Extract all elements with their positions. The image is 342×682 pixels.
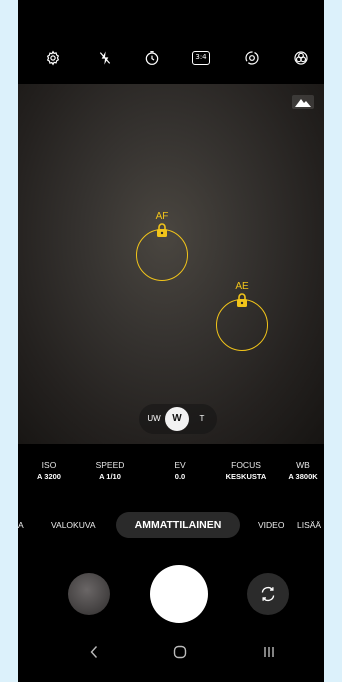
- gallery-thumbnail[interactable]: [68, 573, 110, 615]
- switch-camera-button[interactable]: [247, 573, 289, 615]
- speed-label: SPEED: [95, 460, 125, 470]
- wb-label: WB: [296, 460, 310, 470]
- zoom-ultrawide[interactable]: UW: [143, 404, 165, 434]
- pro-settings-row: ISO A 3200 SPEED A 1/10 EV 0.0 FOCUS KES…: [18, 460, 324, 492]
- back-button[interactable]: [74, 622, 114, 682]
- zoom-tele[interactable]: T: [192, 404, 212, 434]
- speed-setting[interactable]: SPEED A 1/10: [80, 460, 140, 482]
- back-icon: [90, 646, 98, 658]
- timer-icon: [145, 51, 159, 65]
- home-icon: [173, 645, 187, 659]
- flash-button[interactable]: [90, 43, 120, 73]
- iso-value: A 3200: [37, 472, 61, 481]
- recents-icon: [264, 647, 274, 657]
- iso-setting[interactable]: ISO A 3200: [19, 460, 79, 482]
- gear-icon: [46, 50, 60, 66]
- shutter-button[interactable]: [150, 565, 208, 623]
- mode-tab-photo[interactable]: VALOKUVA: [51, 512, 96, 538]
- recents-button[interactable]: [249, 622, 289, 682]
- iso-label: ISO: [41, 460, 57, 470]
- mode-tab-more[interactable]: LISÄÄ: [297, 512, 321, 538]
- ae-exposure-ring[interactable]: [216, 299, 268, 351]
- settings-button[interactable]: [38, 43, 68, 73]
- mode-tab-video[interactable]: VIDEO: [258, 512, 284, 538]
- navigation-bar: [18, 622, 324, 682]
- wb-setting[interactable]: WB A 3800K: [278, 460, 324, 482]
- filter-icon: [294, 51, 308, 65]
- flash-off-icon: [99, 51, 111, 65]
- motion-photo-icon: [245, 51, 259, 65]
- camera-app: 3:4 AF AE UW W T ISO A 3200 SPEED A 1/10…: [18, 0, 324, 682]
- mode-tab-pro[interactable]: AMMATTILAINEN: [116, 512, 240, 538]
- af-focus-ring[interactable]: [136, 229, 188, 281]
- af-label: AF: [155, 211, 169, 222]
- switch-camera-icon: [261, 586, 275, 602]
- speed-value: A 1/10: [99, 472, 121, 481]
- top-toolbar: 3:4: [18, 43, 324, 73]
- viewfinder[interactable]: AF AE UW W T: [18, 84, 324, 444]
- home-button[interactable]: [160, 622, 200, 682]
- timer-button[interactable]: [137, 43, 167, 73]
- focus-value: KESKUSTA: [225, 472, 267, 481]
- aspect-ratio-label: 3:4: [192, 51, 210, 65]
- motion-photo-button[interactable]: [237, 43, 267, 73]
- focus-label: FOCUS: [231, 460, 261, 470]
- ev-label: EV: [174, 460, 186, 470]
- focus-setting[interactable]: FOCUS KESKUSTA: [216, 460, 276, 482]
- filter-button[interactable]: [286, 43, 316, 73]
- ev-setting[interactable]: EV 0.0: [150, 460, 210, 482]
- ae-label: AE: [235, 281, 249, 292]
- zoom-selector: UW W T: [139, 404, 217, 434]
- mode-selector: A VALOKUVA AMMATTILAINEN VIDEO LISÄÄ: [18, 512, 324, 538]
- aspect-ratio-button[interactable]: 3:4: [186, 43, 216, 73]
- ev-value: 0.0: [174, 472, 186, 481]
- mode-tab-partial[interactable]: A: [18, 512, 24, 538]
- wb-value: A 3800K: [288, 472, 318, 481]
- zoom-wide[interactable]: W: [165, 407, 189, 431]
- mountain-icon[interactable]: [292, 95, 314, 109]
